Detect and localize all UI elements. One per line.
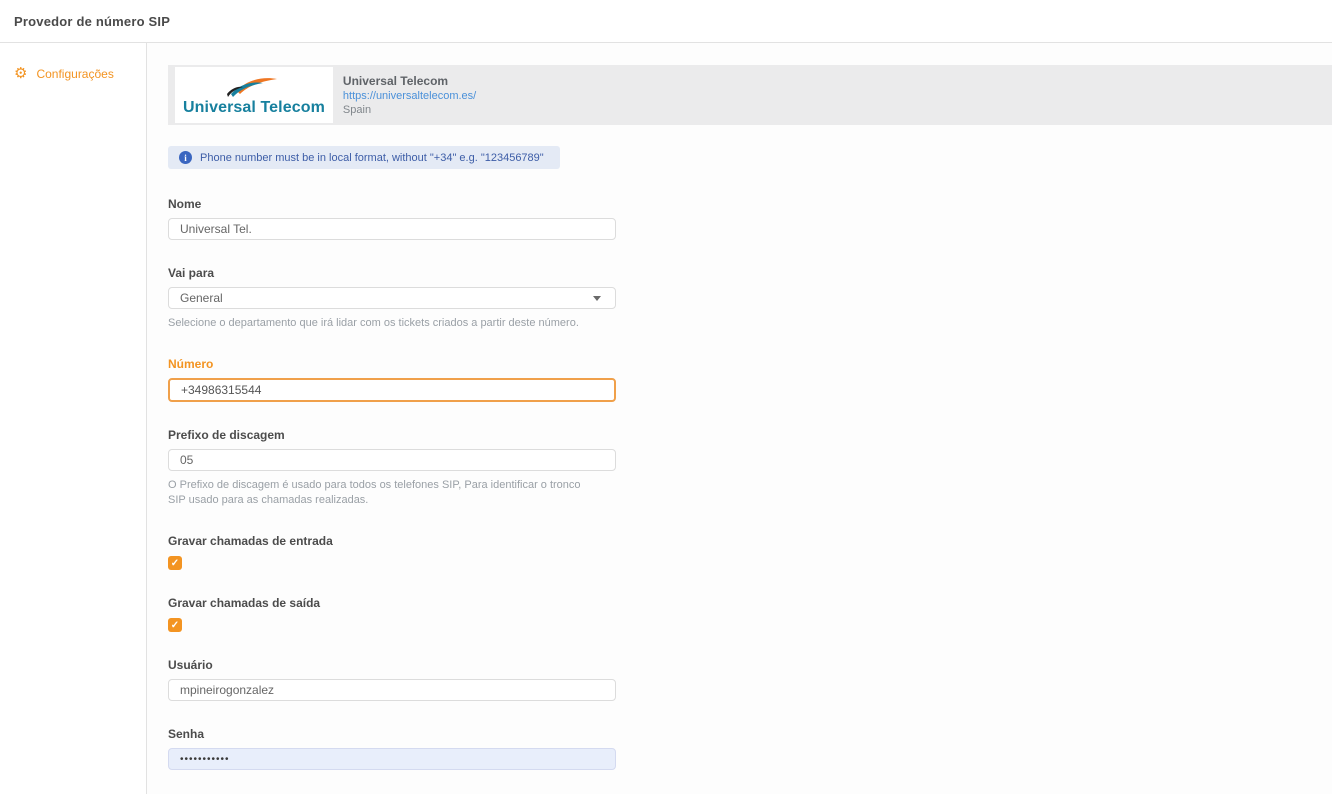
provider-name: Universal Telecom — [343, 74, 476, 88]
page-title: Provedor de número SIP — [14, 14, 170, 29]
prefixo-label: Prefixo de discagem — [168, 428, 616, 442]
field-group-gravar-entrada: Gravar chamadas de entrada ✓ — [168, 534, 616, 570]
logo-swoosh-icon — [223, 75, 285, 99]
main-content: Universal Telecom Universal Telecom http… — [147, 43, 1332, 794]
field-group-prefixo: Prefixo de discagem O Prefixo de discage… — [168, 428, 616, 508]
field-group-senha: Senha — [168, 727, 616, 770]
senha-label: Senha — [168, 727, 616, 741]
gravar-entrada-checkbox[interactable]: ✓ — [168, 556, 182, 570]
info-banner: i Phone number must be in local format, … — [168, 146, 560, 169]
gravar-entrada-label: Gravar chamadas de entrada — [168, 534, 616, 548]
usuario-input[interactable] — [168, 679, 616, 701]
provider-url-link[interactable]: https://universaltelecom.es/ — [343, 90, 476, 102]
provider-logo: Universal Telecom — [175, 67, 333, 123]
vai-para-select[interactable]: General — [168, 287, 616, 309]
field-group-usuario: Usuário — [168, 658, 616, 701]
vai-para-label: Vai para — [168, 266, 616, 280]
chevron-down-icon — [593, 296, 601, 301]
gear-icon: ⚙ — [14, 67, 27, 81]
field-group-gravar-saida: Gravar chamadas de saída ✓ — [168, 596, 616, 632]
field-group-vai-para: Vai para General Selecione o departament… — [168, 266, 616, 331]
page-header: Provedor de número SIP — [0, 0, 1332, 43]
prefixo-input[interactable] — [168, 449, 616, 471]
logo-wordmark: Universal Telecom — [183, 99, 325, 116]
gravar-saida-checkbox[interactable]: ✓ — [168, 618, 182, 632]
numero-label: Número — [168, 357, 616, 371]
field-group-numero: Número — [168, 357, 616, 402]
sip-provider-form: Nome Vai para General Selecione o depart… — [168, 197, 616, 794]
provider-card: Universal Telecom Universal Telecom http… — [168, 65, 1332, 125]
sidebar-item-configuracoes[interactable]: ⚙ Configurações — [0, 63, 146, 85]
prefixo-help: O Prefixo de discagem é usado para todos… — [168, 478, 600, 508]
usuario-label: Usuário — [168, 658, 616, 672]
nome-label: Nome — [168, 197, 616, 211]
vai-para-help: Selecione o departamento que irá lidar c… — [168, 316, 600, 331]
provider-country: Spain — [343, 104, 476, 116]
senha-input[interactable] — [168, 748, 616, 770]
sidebar-item-label: Configurações — [36, 67, 113, 81]
info-banner-text: Phone number must be in local format, wi… — [200, 152, 544, 164]
sidebar: ⚙ Configurações — [0, 43, 147, 794]
provider-info: Universal Telecom https://universaltelec… — [343, 74, 476, 116]
nome-input[interactable] — [168, 218, 616, 240]
vai-para-selected-value: General — [180, 291, 223, 305]
gravar-saida-label: Gravar chamadas de saída — [168, 596, 616, 610]
info-icon: i — [179, 151, 192, 164]
numero-input[interactable] — [168, 378, 616, 402]
field-group-nome: Nome — [168, 197, 616, 240]
